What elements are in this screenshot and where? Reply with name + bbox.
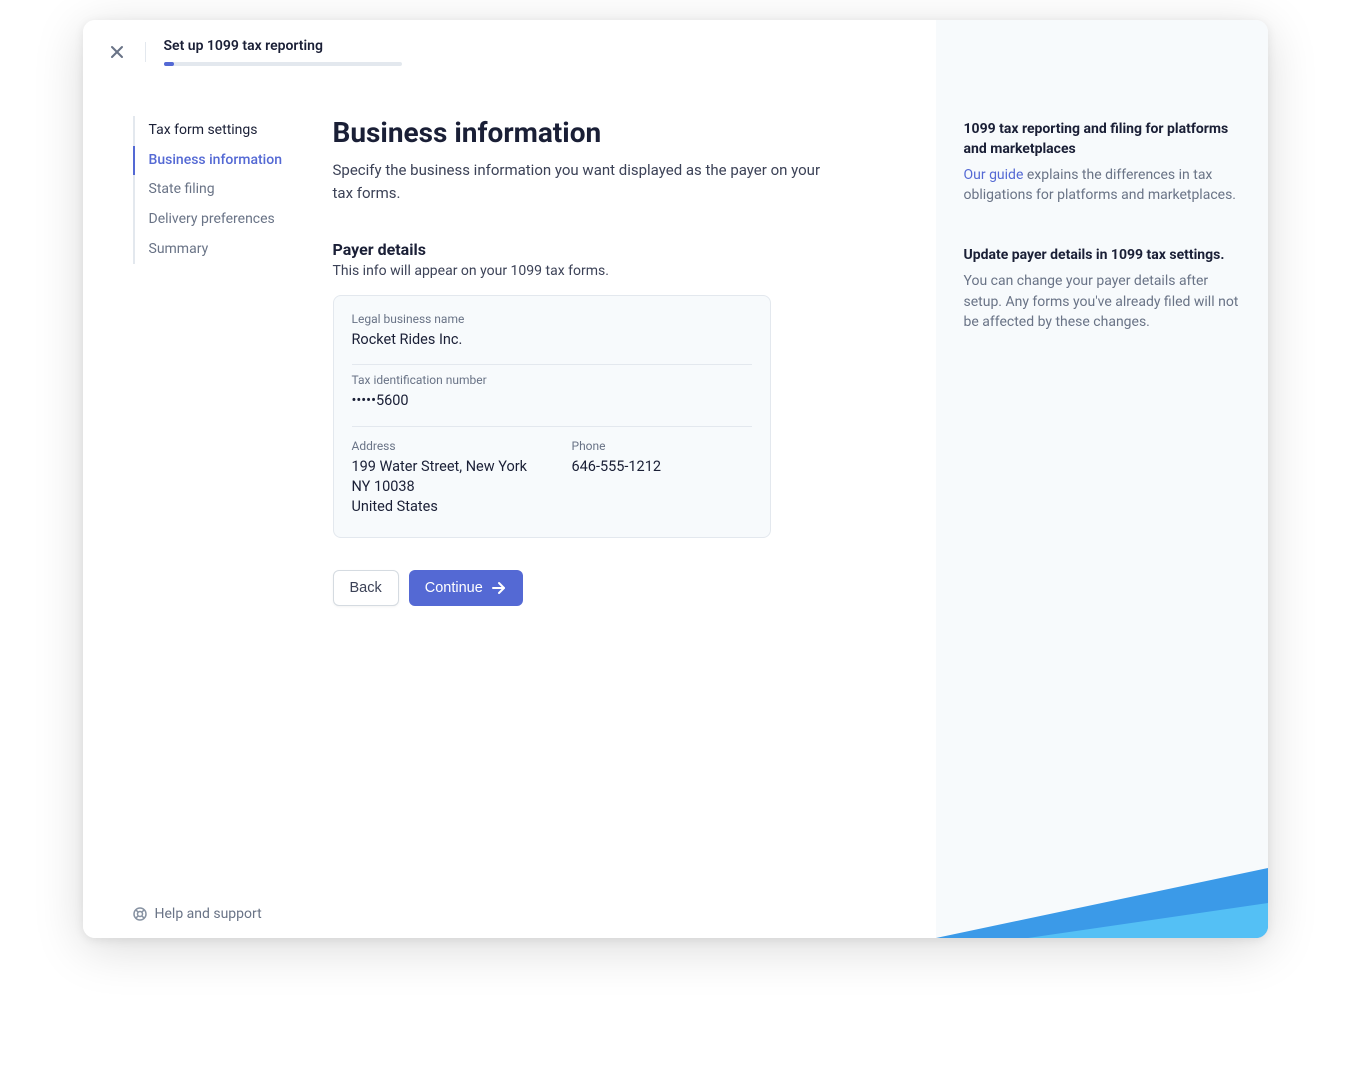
header: Set up 1099 tax reporting [83, 20, 936, 66]
main-content: Business information Specify the busines… [303, 116, 936, 938]
phone-column: Phone 646-555-1212 [572, 439, 752, 518]
address-line2: NY 10038 [352, 477, 532, 497]
sidebar-item-business-information[interactable]: Business information [133, 146, 303, 176]
legal-name-value: Rocket Rides Inc. [352, 330, 752, 350]
header-divider [145, 42, 146, 62]
help-support-label: Help and support [155, 906, 262, 922]
our-guide-link[interactable]: Our guide [964, 167, 1024, 183]
close-icon [110, 45, 124, 59]
section-title: Payer details [333, 240, 826, 259]
sidebar-item-delivery-preferences[interactable]: Delivery preferences [133, 205, 303, 235]
address-line1: 199 Water Street, New York [352, 457, 532, 477]
detail-row-tin: Tax identification number •••••5600 [352, 365, 752, 426]
header-title-wrap: Set up 1099 tax reporting [164, 38, 402, 66]
detail-row-address-phone: Address 199 Water Street, New York NY 10… [352, 427, 752, 518]
content-area: Tax form settings Business information S… [83, 66, 936, 938]
sidebar-item-label: Tax form settings [149, 122, 258, 138]
back-button-label: Back [350, 580, 382, 596]
button-row: Back Continue [333, 570, 826, 606]
help-support-link[interactable]: Help and support [133, 906, 262, 922]
help-icon [133, 907, 147, 921]
detail-row-legal-name: Legal business name Rocket Rides Inc. [352, 312, 752, 365]
info-title-2: Update payer details in 1099 tax setting… [964, 246, 1240, 266]
page-description: Specify the business information you wan… [333, 159, 826, 204]
sidebar-item-tax-form-settings[interactable]: Tax form settings [133, 116, 303, 146]
back-button[interactable]: Back [333, 570, 399, 606]
address-line3: United States [352, 497, 532, 517]
sidebar-item-summary[interactable]: Summary [133, 235, 303, 265]
main-panel: Set up 1099 tax reporting Tax form setti… [83, 20, 936, 938]
address-label: Address [352, 439, 532, 453]
legal-name-label: Legal business name [352, 312, 752, 326]
progress-fill [164, 62, 174, 66]
decoration-triangle-2 [1028, 903, 1268, 938]
info-block-1: 1099 tax reporting and filing for platfo… [964, 120, 1240, 206]
page-title-header: Set up 1099 tax reporting [164, 38, 402, 54]
phone-value: 646-555-1212 [572, 457, 752, 477]
sidebar-item-label: Delivery preferences [149, 211, 275, 227]
payer-details-card: Legal business name Rocket Rides Inc. Ta… [333, 295, 771, 538]
info-title-1: 1099 tax reporting and filing for platfo… [964, 120, 1240, 159]
sidebar-item-label: Summary [149, 241, 209, 257]
tin-value: •••••5600 [352, 391, 752, 411]
sidebar: Tax form settings Business information S… [83, 116, 303, 938]
sidebar-item-label: Business information [149, 152, 283, 168]
page-title: Business information [333, 116, 826, 149]
arrow-right-icon [491, 580, 507, 596]
modal-container: Set up 1099 tax reporting Tax form setti… [83, 20, 1268, 938]
tin-label: Tax identification number [352, 373, 752, 387]
info-text-2: You can change your payer details after … [964, 271, 1240, 332]
section-description: This info will appear on your 1099 tax f… [333, 263, 826, 279]
sidebar-item-state-filing[interactable]: State filing [133, 175, 303, 205]
right-panel: 1099 tax reporting and filing for platfo… [936, 20, 1268, 938]
sidebar-item-label: State filing [149, 181, 215, 197]
info-block-2: Update payer details in 1099 tax setting… [964, 246, 1240, 332]
address-column: Address 199 Water Street, New York NY 10… [352, 439, 532, 518]
continue-button[interactable]: Continue [409, 570, 523, 606]
phone-label: Phone [572, 439, 752, 453]
info-text-1: Our guide explains the differences in ta… [964, 165, 1240, 206]
progress-bar [164, 62, 402, 66]
close-button[interactable] [107, 42, 127, 62]
continue-button-label: Continue [425, 580, 483, 596]
